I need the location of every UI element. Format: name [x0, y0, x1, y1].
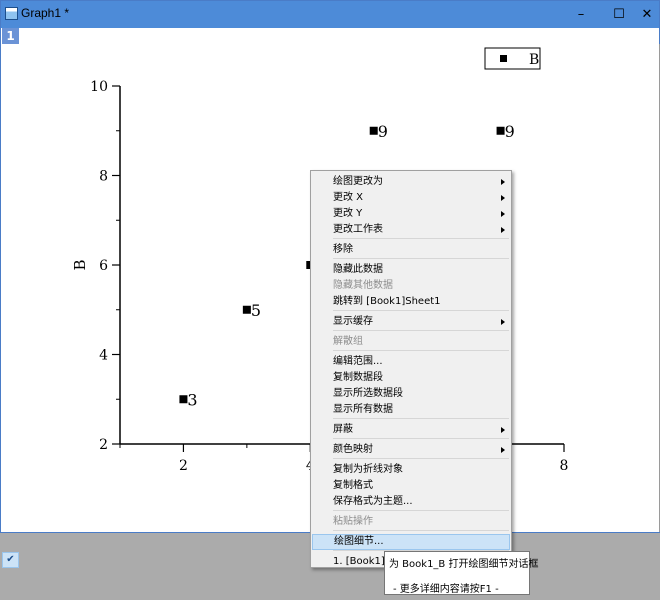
data-label: 9	[505, 122, 515, 141]
menu-item[interactable]: 复制数据段	[312, 370, 510, 386]
menu-item-label: 显示所选数据段	[333, 388, 403, 399]
menu-item-label: 更改 Y	[333, 208, 363, 219]
menu-separator	[333, 510, 509, 511]
menu-item: 隐藏其他数据	[312, 278, 510, 294]
menu-separator	[333, 330, 509, 331]
menu-item[interactable]: 绘图细节...	[312, 534, 510, 550]
tooltip: 为 Book1_B 打开绘图细节对话框 - 更多详细内容请按F1 -	[384, 551, 538, 595]
data-point	[242, 305, 251, 314]
submenu-arrow-icon	[501, 179, 505, 185]
menu-item-label: 显示所有数据	[333, 404, 393, 415]
menu-item[interactable]: 显示缓存	[312, 314, 510, 330]
menu-item-label: 粘贴操作	[333, 516, 373, 527]
x-tick-label: 8	[560, 458, 569, 474]
y-tick-label: 6	[99, 258, 108, 274]
legend-label: B	[529, 52, 539, 68]
menu-item-label: 绘图细节...	[334, 536, 384, 547]
context-menu: 绘图更改为更改 X 更改 Y 更改工作表移除隐藏此数据隐藏其他数据跳转到 [Book…	[310, 170, 512, 568]
menu-separator	[333, 350, 509, 351]
legend-symbol	[500, 55, 507, 62]
x-tick-label: 2	[179, 458, 188, 474]
menu-separator	[333, 258, 509, 259]
submenu-arrow-icon	[501, 227, 505, 233]
menu-item-label: 移除	[333, 244, 353, 255]
menu-item[interactable]: 移除	[312, 242, 510, 258]
menu-item-label: 复制格式	[333, 480, 373, 491]
menu-separator	[333, 458, 509, 459]
submenu-arrow-icon	[501, 211, 505, 217]
menu-item[interactable]: 绘图更改为	[312, 174, 510, 190]
submenu-arrow-icon	[501, 447, 505, 453]
y-tick-label: 2	[99, 437, 108, 453]
menu-item[interactable]: 更改工作表	[312, 222, 510, 238]
menu-item[interactable]: 编辑范围...	[312, 354, 510, 370]
menu-item-label: 跳转到 [Book1]Sheet1	[333, 296, 441, 307]
menu-separator	[333, 418, 509, 419]
data-label: 9	[378, 122, 388, 141]
y-axis-label: B	[71, 259, 89, 270]
menu-item[interactable]: 颜色映射	[312, 442, 510, 458]
menu-separator	[333, 310, 509, 311]
menu-item-label: 显示缓存	[333, 316, 373, 327]
data-point	[369, 126, 378, 135]
menu-item[interactable]: 跳转到 [Book1]Sheet1	[312, 294, 510, 310]
y-tick-label: 4	[99, 348, 108, 364]
menu-item-label: 颜色映射	[333, 444, 373, 455]
menu-item: 粘贴操作	[312, 514, 510, 530]
y-tick-label: 10	[90, 79, 108, 95]
menu-separator	[333, 530, 509, 531]
menu-separator	[333, 438, 509, 439]
menu-item-label: 隐藏此数据	[333, 264, 383, 275]
menu-item[interactable]: 更改 Y	[312, 206, 510, 222]
menu-item-label: 解散组	[333, 336, 363, 347]
menu-separator	[333, 238, 509, 239]
menu-item: 解散组	[312, 334, 510, 350]
menu-item[interactable]: 屏蔽	[312, 422, 510, 438]
menu-item[interactable]: 显示所选数据段	[312, 386, 510, 402]
data-point	[496, 126, 505, 135]
menu-item-label: 复制为折线对象	[333, 464, 403, 475]
submenu-arrow-icon	[501, 195, 505, 201]
submenu-arrow-icon	[501, 319, 505, 325]
tooltip-help-text: - 更多详细内容请按F1 -	[393, 584, 499, 595]
menu-item-label: 屏蔽	[333, 424, 353, 435]
menu-item[interactable]: 隐藏此数据	[312, 262, 510, 278]
menu-item-label: 保存格式为主题...	[333, 496, 413, 507]
submenu-arrow-icon	[501, 427, 505, 433]
menu-item-label: 复制数据段	[333, 372, 383, 383]
menu-item-label: 隐藏其他数据	[333, 280, 393, 291]
menu-item[interactable]: 显示所有数据	[312, 402, 510, 418]
menu-item[interactable]: 复制为折线对象	[312, 462, 510, 478]
menu-item-label: 更改工作表	[333, 224, 383, 235]
tooltip-text: 为 Book1_B 打开绘图细节对话框	[389, 559, 539, 570]
menu-item[interactable]: 保存格式为主题...	[312, 494, 510, 510]
legend-box[interactable]: B	[484, 47, 541, 70]
data-label: 3	[187, 390, 197, 409]
data-point	[179, 395, 188, 404]
menu-item-label: 编辑范围...	[333, 356, 383, 367]
menu-item[interactable]: 复制格式	[312, 478, 510, 494]
menu-item-label: 绘图更改为	[333, 176, 383, 187]
menu-item[interactable]: 更改 X	[312, 190, 510, 206]
checkmark-icon: ✔	[2, 552, 19, 568]
menu-item-label: 更改 X	[333, 192, 364, 203]
data-label: 5	[251, 301, 261, 320]
y-tick-label: 8	[99, 169, 108, 185]
